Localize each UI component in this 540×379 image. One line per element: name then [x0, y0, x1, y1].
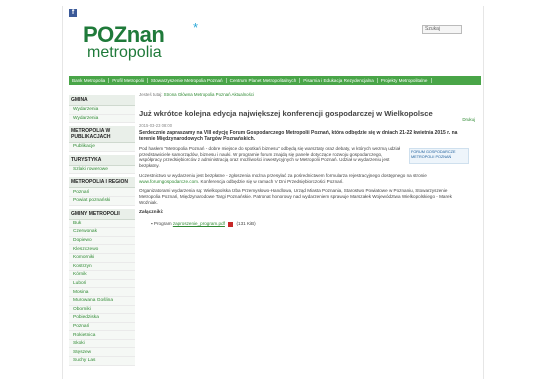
sidebar-item[interactable]: Murowana Goślina [69, 296, 135, 306]
topnav-item[interactable]: Bank Metropolia [69, 78, 110, 83]
logo-bottom: metropolia [87, 44, 162, 61]
attachments-heading: Załączniki: [139, 210, 164, 216]
attachment-link[interactable]: zaproszenie_program.pdf [173, 221, 225, 226]
sidebar-item[interactable]: Oborniki [69, 305, 135, 315]
article-paragraph: FORUM GOSPODARCZE METROPOLII POZNAŃ Pod … [139, 146, 469, 169]
sidebar-item[interactable]: Buk [69, 219, 135, 229]
topnav-item[interactable]: Projekty Metropolitalne [378, 78, 432, 83]
sidebar-item[interactable]: Wydarzenia [69, 114, 135, 124]
search-button[interactable]: Szukaj [422, 25, 462, 34]
attachment-size: (131 KiB) [236, 221, 256, 227]
paragraph-text: . Konferencja odbędzie się w ramach V Dn… [197, 178, 344, 184]
sidebar-head: GMINA [69, 95, 135, 106]
pdf-icon [228, 221, 234, 227]
sidebar-item[interactable]: Rokietnica [69, 331, 135, 340]
sidebar-item[interactable]: Wydarzenia [69, 106, 135, 115]
topnav-item[interactable]: Profil Metropolii [109, 78, 148, 83]
article: Jesteś tutaj: Strona Główna Metropolia P… [139, 86, 477, 227]
logo-top: POZnan [83, 22, 165, 47]
sidebar-item[interactable]: Poznań [69, 322, 135, 332]
article-paragraph: Organizatorami wydarzenia są: Wielkopols… [139, 188, 452, 205]
sidebar-item[interactable]: Mosina [69, 288, 135, 297]
logo-star: * [193, 20, 199, 35]
attachment-item: ▪ Program zaproszenie_program.pdf (131 K… [151, 221, 477, 227]
sidebar-item[interactable]: Powiat poznański [69, 196, 135, 206]
attachment-prefix: Program [153, 221, 172, 227]
article-title: Już wkrótce kolejna edycja największej k… [139, 109, 433, 118]
breadcrumb-link[interactable]: Strona Główna Metropolia Poznań Aktualno… [164, 92, 254, 97]
breadcrumb-prefix: Jesteś tutaj: [139, 92, 163, 97]
sidebar-item[interactable]: Kleszczewo [69, 245, 135, 254]
sidebar-item[interactable]: Luboń [69, 279, 135, 289]
sidebar-item[interactable]: Publikacje [69, 143, 135, 152]
forum-badge: FORUM GOSPODARCZE METROPOLII POZNAŃ [409, 148, 469, 164]
sidebar-head: METROPOLIA W PUBLIKACJACH [69, 126, 135, 144]
sidebar: GMINA Wydarzenia Wydarzenia METROPOLIA W… [69, 92, 135, 366]
sidebar-item[interactable]: Czerwonak [69, 228, 135, 237]
sidebar-item[interactable]: Stęszew [69, 348, 135, 358]
sidebar-head: METROPOLIA I REGION [69, 177, 135, 189]
topnav-item[interactable]: Stowarzyszenie Metropolia Poznań [148, 78, 227, 83]
article-paragraph: Uczestnictwo w wydarzeniu jest bezpłatne… [139, 173, 469, 184]
sidebar-item[interactable]: Suchy Las [69, 357, 135, 366]
facebook-icon[interactable]: f [69, 9, 77, 17]
list-bullet-icon: ▪ [151, 221, 153, 227]
site-logo[interactable]: POZnan * metropolia [83, 20, 198, 61]
sidebar-item[interactable]: Kostrzyn [69, 262, 135, 272]
print-link[interactable]: Drukuj [462, 117, 475, 122]
sidebar-item[interactable]: Skoki [69, 339, 135, 349]
forum-link[interactable]: www.forumgospodarcze.com [139, 179, 198, 184]
page: f Szukaj POZnan * metropolia Bank Metrop… [62, 6, 484, 379]
sidebar-head: TURYSTYKA [69, 154, 135, 166]
topnav-item[interactable]: Centrum Planet Metropolitalnych [227, 78, 301, 83]
paragraph-text: Pod hasłem "Metropolia Poznań - dobre mi… [139, 146, 401, 169]
sidebar-item[interactable]: Komorniki [69, 253, 135, 263]
topnav-item[interactable]: Pisarnia i Edukacja Rezydencjalna [300, 78, 378, 83]
sidebar-item[interactable]: Szlaki rowerowe [69, 165, 135, 175]
sidebar-item[interactable]: Kórnik [69, 271, 135, 280]
sidebar-item[interactable]: Poznań [69, 188, 135, 197]
article-lead: Serdecznie zapraszamy na VIII edycję For… [139, 130, 458, 142]
article-date: 2015-03-23 08:00 [139, 123, 173, 128]
sidebar-item[interactable]: Pobiedziska [69, 314, 135, 323]
sidebar-head: GMINY METROPOLII [69, 208, 135, 220]
sidebar-item[interactable]: Dopiewo [69, 236, 135, 246]
paragraph-text: Uczestnictwo w wydarzeniu jest bezpłatne… [139, 172, 427, 178]
top-navigation: Bank Metropolia Profil Metropolii Stowar… [69, 76, 481, 85]
breadcrumb: Jesteś tutaj: Strona Główna Metropolia P… [139, 92, 477, 97]
